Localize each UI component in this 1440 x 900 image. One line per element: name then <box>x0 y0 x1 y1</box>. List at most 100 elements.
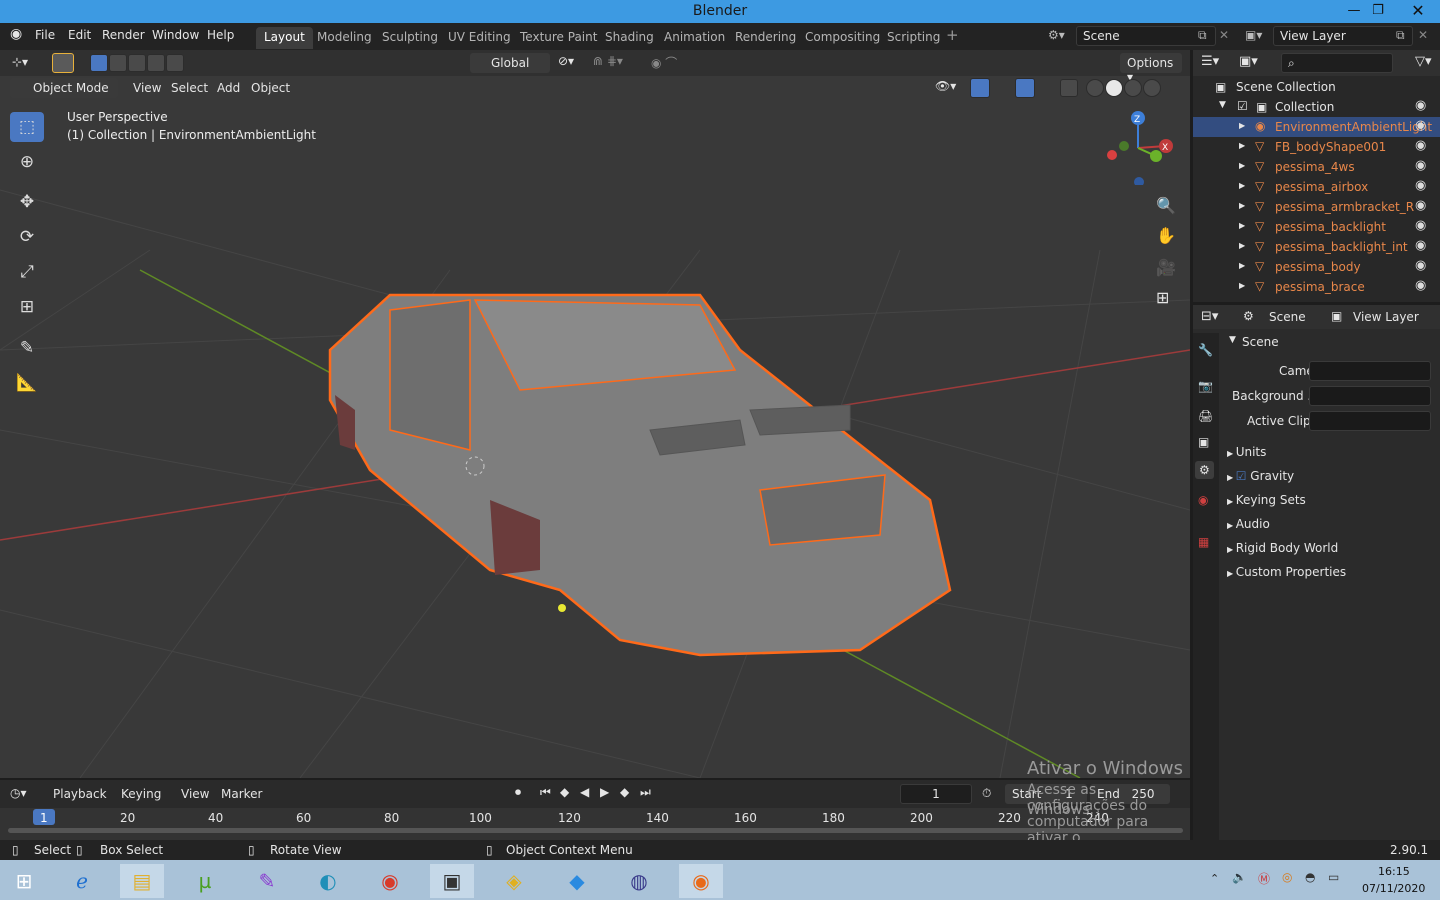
timeline-editor-icon[interactable]: ◷▾ <box>10 786 27 800</box>
render-tab-icon[interactable]: 📷 <box>1198 379 1213 393</box>
next-keyframe-icon[interactable]: ◆ <box>620 785 629 799</box>
zoom-icon[interactable]: 🔍 <box>1156 196 1176 215</box>
view-layer-icon[interactable]: ▣▾ <box>1245 28 1262 42</box>
row-expand-icon[interactable]: ▶ <box>1239 261 1245 270</box>
object-visibility-icon[interactable]: ◉ <box>1415 198 1426 213</box>
paint-app-icon[interactable]: ✎ <box>245 864 289 898</box>
properties-editor-type-icon[interactable]: ⊟▾ <box>1201 309 1218 324</box>
scene-props-icon[interactable]: ⚙ <box>1195 461 1214 479</box>
jump-end-icon[interactable]: ⏭ <box>640 785 651 800</box>
active-clip-field[interactable] <box>1309 411 1431 431</box>
volume-icon[interactable]: 🔈 <box>1232 870 1247 884</box>
blender-taskbar-icon[interactable]: ◉ <box>679 864 723 898</box>
view-layer-field[interactable]: View Layer <box>1273 26 1413 46</box>
edge-icon[interactable]: ◐ <box>306 864 350 898</box>
transform-tool-icon[interactable]: ⊞ <box>10 292 44 322</box>
start-button-icon[interactable]: ⊞ <box>2 864 46 898</box>
grid-view-icon[interactable]: ⊞ <box>1156 288 1169 307</box>
prev-keyframe-icon[interactable]: ◆ <box>560 785 569 799</box>
outliner-search-input[interactable]: ⌕ <box>1281 53 1393 73</box>
menu-help[interactable]: Help <box>207 28 234 42</box>
tab-rendering[interactable]: Rendering <box>727 27 804 49</box>
tool-tab-icon[interactable]: 🔧 <box>1198 343 1213 357</box>
row-expand-icon[interactable]: ▶ <box>1239 241 1245 250</box>
row-expand-icon[interactable]: ▶ <box>1239 141 1245 150</box>
view-layer-props-icon[interactable]: ▣ <box>1198 435 1209 449</box>
tray-origin-icon[interactable]: ◎ <box>1282 870 1292 884</box>
collection-checkbox[interactable]: ☑ <box>1237 99 1248 113</box>
annotate-tool-icon[interactable]: ✎ <box>10 333 44 363</box>
output-tab-icon[interactable]: 🖨 <box>1198 409 1213 423</box>
menu-edit[interactable]: Edit <box>68 28 91 42</box>
menu-playback[interactable]: Playback <box>53 787 107 801</box>
row-expand-icon[interactable]: ▶ <box>1239 161 1245 170</box>
scene-context-label[interactable]: Scene <box>1269 310 1306 324</box>
section-units[interactable]: ▶ Units <box>1227 445 1266 459</box>
steam-icon[interactable]: ◓ <box>1305 870 1315 884</box>
tray-arrow-icon[interactable]: ⌃ <box>1210 872 1219 885</box>
object-visibility-icon[interactable]: ◉ <box>1415 138 1426 153</box>
scene-selector-icon[interactable]: ⚙▾ <box>1048 28 1065 42</box>
menu-render[interactable]: Render <box>102 28 145 42</box>
object-visibility-icon[interactable]: ◉ <box>1415 158 1426 173</box>
play-icon[interactable]: ▶ <box>600 785 609 799</box>
utorrent-icon[interactable]: µ <box>183 864 227 898</box>
blender-logo-icon[interactable]: ◉ <box>10 26 22 42</box>
row-expand-icon[interactable]: ▶ <box>1239 201 1245 210</box>
rotate-tool-icon[interactable]: ⟳ <box>10 222 44 252</box>
tab-layout[interactable]: Layout <box>256 27 313 49</box>
outliner-object-row[interactable]: ▶ ▽ pessima_backlight_int ◉ <box>1193 237 1440 257</box>
internet-explorer-icon[interactable]: ℯ <box>60 864 104 898</box>
jump-start-icon[interactable]: ⏮ <box>540 785 551 800</box>
section-gravity[interactable]: ▶ ☑ Gravity <box>1227 469 1294 483</box>
gravity-checkbox[interactable]: ☑ <box>1236 469 1247 483</box>
outliner-filter-type-icon[interactable]: ▣▾ <box>1239 54 1258 69</box>
section-keying-sets[interactable]: ▶ Keying Sets <box>1227 493 1306 507</box>
object-visibility-icon[interactable]: ◉ <box>1415 238 1426 253</box>
select-box-tool-icon[interactable]: ⬚ <box>10 112 44 142</box>
outliner-object-row[interactable]: ▶ ▽ pessima_airbox ◉ <box>1193 177 1440 197</box>
maximize-button[interactable]: ❐ <box>1358 0 1398 23</box>
timeline-ruler[interactable]: 1 20 40 60 80 100 120 140 160 180 200 22… <box>0 808 1190 840</box>
world-props-icon[interactable]: ◉ <box>1198 493 1208 507</box>
tab-shading[interactable]: Shading <box>597 27 662 49</box>
row-expand-icon[interactable]: ▶ <box>1239 121 1245 130</box>
file-explorer-icon[interactable]: ▤ <box>120 864 164 898</box>
outliner-display-mode-icon[interactable]: ☰▾ <box>1201 54 1219 69</box>
measure-tool-icon[interactable]: 📐 <box>10 368 44 398</box>
tab-animation[interactable]: Animation <box>656 27 733 49</box>
menu-marker[interactable]: Marker <box>221 787 262 801</box>
tab-modeling[interactable]: Modeling <box>309 27 380 49</box>
outliner-object-row[interactable]: ▶ ▽ pessima_body ◉ <box>1193 257 1440 277</box>
outliner-object-row[interactable]: ▶ ▽ pessima_backlight ◉ <box>1193 217 1440 237</box>
close-button[interactable]: ✕ <box>1398 0 1438 23</box>
outliner-filter-icon[interactable]: ▽▾ <box>1415 54 1432 69</box>
background-field[interactable] <box>1309 386 1431 406</box>
play-reverse-icon[interactable]: ◀ <box>580 785 589 799</box>
tab-compositing[interactable]: Compositing <box>797 27 888 49</box>
current-frame-field[interactable]: 1 <box>900 784 972 804</box>
camera-view-icon[interactable]: 🎥 <box>1156 258 1176 277</box>
timeline-scrollbar[interactable] <box>8 828 1183 833</box>
menu-file[interactable]: File <box>35 28 55 42</box>
timer-icon[interactable]: ⏱ <box>982 786 991 801</box>
cursor-tool-icon[interactable]: ⊕ <box>10 147 44 177</box>
navigation-gizmo[interactable]: Z X <box>1100 110 1175 185</box>
network-icon[interactable]: ▭ <box>1328 870 1339 884</box>
photoshop-icon[interactable]: ▣ <box>430 864 474 898</box>
object-visibility-icon[interactable]: ◉ <box>1415 258 1426 273</box>
view-layer-context-label[interactable]: View Layer <box>1353 310 1419 324</box>
outliner-object-row[interactable]: ▶ ▽ pessima_armbracket_R ◉ <box>1193 197 1440 217</box>
outliner-collection[interactable]: ▼ ☑ ▣ Collection ◉ <box>1193 97 1440 117</box>
add-workspace-icon[interactable]: + <box>946 26 959 44</box>
collection-visibility-icon[interactable]: ◉ <box>1415 98 1426 113</box>
tab-texture-paint[interactable]: Texture Paint <box>512 27 605 49</box>
outliner-object-row[interactable]: ▶ ▽ pessima_brace ◉ <box>1193 277 1440 297</box>
tool-app-icon[interactable]: ◈ <box>492 864 536 898</box>
delete-view-layer-icon[interactable]: ✕ <box>1418 28 1428 42</box>
pan-hand-icon[interactable]: ✋ <box>1156 226 1176 245</box>
move-tool-icon[interactable]: ✥ <box>10 187 44 217</box>
tab-uv-editing[interactable]: UV Editing <box>440 27 519 49</box>
chrome-icon[interactable]: ◉ <box>368 864 412 898</box>
tray-m-icon[interactable]: Ⓜ <box>1258 870 1270 887</box>
